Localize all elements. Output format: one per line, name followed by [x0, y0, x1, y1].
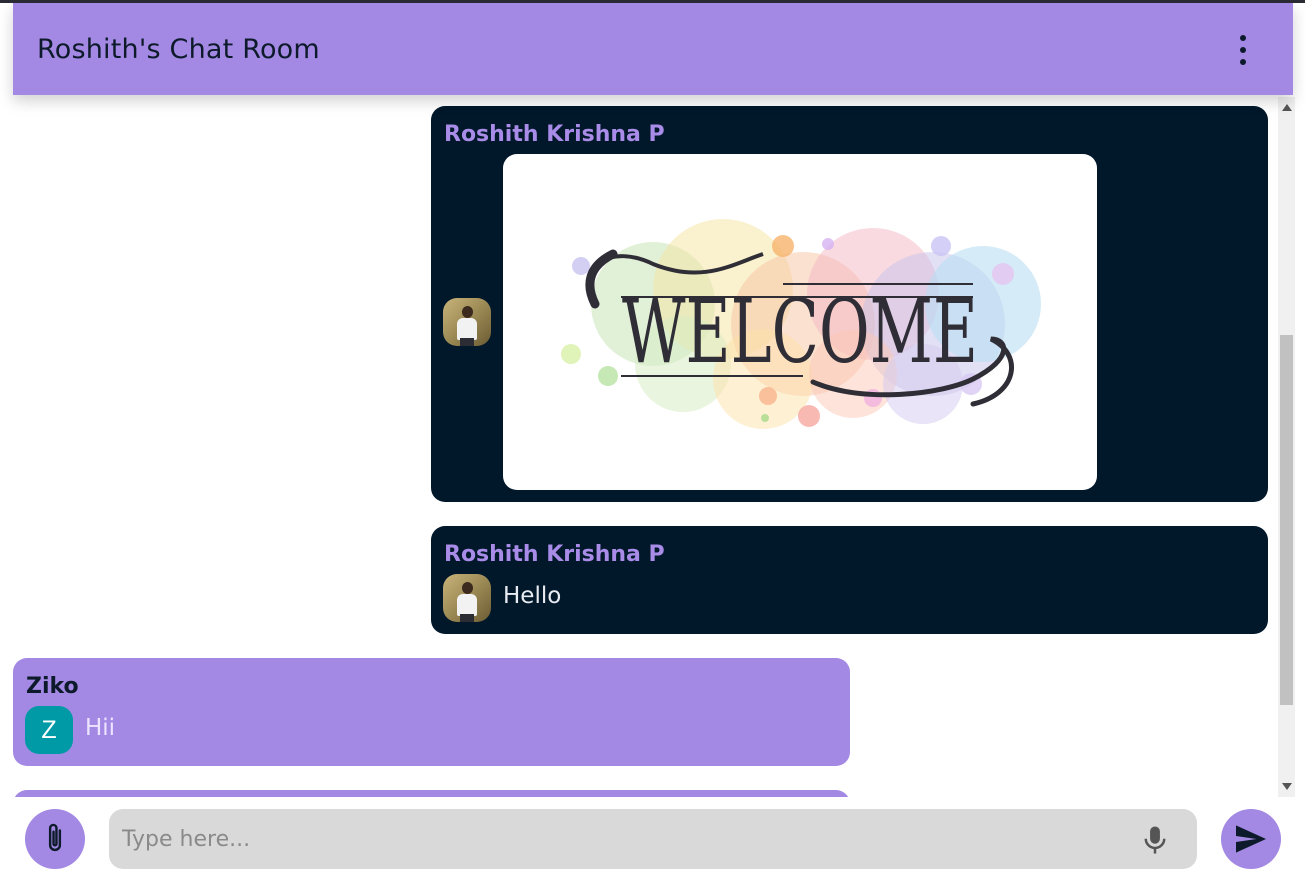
scroll-down-arrow-icon[interactable] — [1278, 778, 1295, 795]
welcome-image: WELCOME — [561, 219, 1041, 429]
message-composer — [0, 797, 1305, 874]
scroll-up-arrow-icon[interactable] — [1278, 99, 1295, 116]
scrollbar[interactable] — [1278, 97, 1295, 797]
message-text: Hello — [503, 583, 562, 609]
attach-button[interactable] — [25, 809, 85, 869]
message-bubble — [13, 790, 850, 797]
microphone-icon — [1144, 826, 1166, 854]
message-sender: Roshith Krishna P — [444, 542, 665, 567]
message-image[interactable]: WELCOME — [503, 154, 1097, 490]
send-button[interactable] — [1221, 809, 1281, 869]
message-text: Hii — [85, 715, 116, 741]
more-vertical-icon[interactable] — [1231, 35, 1255, 65]
avatar[interactable]: Z — [25, 706, 73, 754]
message-sender: Roshith Krishna P — [444, 122, 665, 147]
send-icon — [1236, 825, 1266, 853]
avatar[interactable] — [443, 298, 491, 346]
avatar[interactable] — [443, 574, 491, 622]
scrollbar-thumb[interactable] — [1280, 335, 1293, 705]
message-list[interactable]: Roshith Krishna P WELCOME Roshith Krishn… — [0, 95, 1305, 797]
message-sender: Ziko — [26, 674, 79, 699]
paperclip-icon — [48, 823, 62, 852]
message-input[interactable] — [109, 809, 1197, 869]
message-bubble: Roshith Krishna P Hello — [431, 526, 1268, 634]
message-bubble: Roshith Krishna P WELCOME — [431, 106, 1268, 502]
welcome-text: WELCOME — [622, 280, 978, 383]
microphone-button[interactable] — [1140, 824, 1170, 856]
message-bubble: Ziko Z Hii — [13, 658, 850, 766]
page-title: Roshith's Chat Room — [37, 33, 320, 65]
chat-header: Roshith's Chat Room — [13, 3, 1293, 95]
